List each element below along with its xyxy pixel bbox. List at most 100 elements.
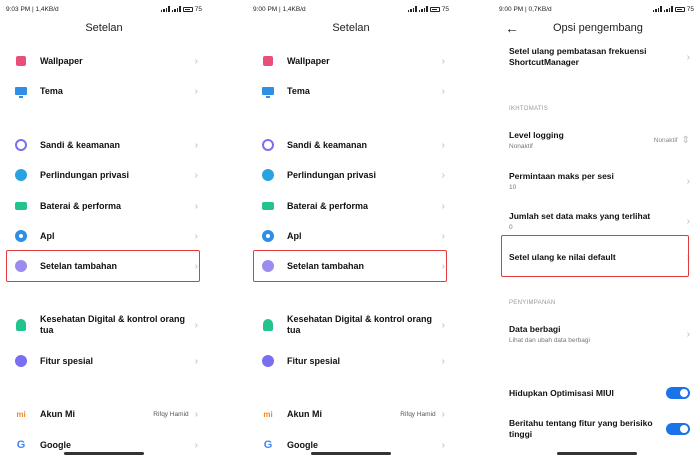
chevron-right-icon: › <box>194 55 198 67</box>
status-bar: 9:03 PM | 1,4KB/d 75 <box>0 0 208 18</box>
chevron-right-icon: › <box>441 230 445 242</box>
digital-wellbeing-icon <box>263 319 273 331</box>
chevron-updown-icon: ⇕ <box>681 134 690 146</box>
section-header: IKHTOMATIS <box>509 106 549 112</box>
max-requests-item[interactable]: Permintaan maks per sesi 10 › <box>493 169 700 193</box>
highlight-box <box>6 250 200 282</box>
theme-icon <box>15 87 27 98</box>
settings-screen-2: 9:00 PM | 1,4KB/d 75 Setelan Wallpaper ›… <box>247 0 455 458</box>
chevron-right-icon: › <box>194 439 198 451</box>
status-bar: 9:00 PM | 1,4KB/d 75 <box>247 0 455 18</box>
digital-wellbeing-icon <box>16 319 26 331</box>
chevron-right-icon: › <box>441 439 445 451</box>
chevron-right-icon: › <box>441 139 445 151</box>
battery-level: 75 <box>194 5 202 13</box>
settings-item-privasi[interactable]: Perlindungan privasi › <box>247 166 455 184</box>
chevron-right-icon: › <box>686 175 690 187</box>
wallpaper-icon <box>16 56 26 66</box>
settings-item-tema[interactable]: Tema › <box>0 82 208 100</box>
highlight-box <box>501 235 689 277</box>
settings-item-kesehatan-digital[interactable]: Kesehatan Digital & kontrol orang tua › <box>247 312 455 338</box>
account-name: Rifqy Hamid <box>153 410 189 418</box>
status-time: 9:00 PM | 1,4KB/d <box>253 5 306 13</box>
miui-optimization-toggle[interactable] <box>666 387 690 399</box>
battery-performance-icon <box>262 202 274 210</box>
gesture-bar[interactable] <box>311 452 391 455</box>
special-features-icon <box>15 355 27 367</box>
settings-screen-1: 9:03 PM | 1,4KB/d 75 Setelan Wallpaper ›… <box>0 0 208 458</box>
signal-icon <box>418 6 428 12</box>
section-header: PENYIMPANAN <box>509 300 556 306</box>
wallpaper-icon <box>263 56 273 66</box>
settings-item-baterai[interactable]: Baterai & performa › <box>247 197 455 215</box>
google-icon: G <box>263 439 273 451</box>
chevron-right-icon: › <box>686 328 690 340</box>
settings-item-wallpaper[interactable]: Wallpaper › <box>0 52 208 70</box>
settings-item-akun-mi[interactable]: mi Akun Mi Rifqy Hamid › <box>247 405 455 423</box>
apps-icon <box>262 230 274 242</box>
chevron-right-icon: › <box>441 55 445 67</box>
signal-icon <box>652 6 662 12</box>
signal-icon <box>407 6 417 12</box>
settings-item-apl[interactable]: Apl › <box>247 227 455 245</box>
max-datasets-item[interactable]: Jumlah set data maks yang terlihat 0 › <box>493 209 700 233</box>
chevron-right-icon: › <box>686 51 690 63</box>
chevron-right-icon: › <box>686 215 690 227</box>
highlight-box <box>253 250 447 282</box>
battery-icon <box>429 6 440 12</box>
chevron-right-icon: › <box>194 408 198 420</box>
google-icon: G <box>16 439 26 451</box>
status-time: 9:03 PM | 1,4KB/d <box>6 5 59 13</box>
level-logging-item[interactable]: Level logging Nonaktif Nonaktif ⇕ <box>493 128 700 152</box>
fingerprint-icon <box>15 139 27 151</box>
chevron-right-icon: › <box>441 319 445 331</box>
data-berbagi-item[interactable]: Data berbagi Lihat dan ubah data berbagi… <box>493 322 700 346</box>
status-bar: 9:00 PM | 0,7KB/d 75 <box>493 0 700 18</box>
settings-item-wallpaper[interactable]: Wallpaper › <box>247 52 455 70</box>
risk-notify-toggle[interactable] <box>666 423 690 435</box>
theme-icon <box>262 87 274 98</box>
settings-item-privasi[interactable]: Perlindungan privasi › <box>0 166 208 184</box>
page-title: Setelan <box>332 22 370 34</box>
mi-logo-icon: mi <box>16 409 26 419</box>
privacy-icon <box>262 169 274 181</box>
battery-level: 75 <box>686 5 694 13</box>
signal-icon <box>160 6 170 12</box>
miui-optimization-item: Hidupkan Optimisasi MIUI <box>493 386 700 400</box>
developer-options-screen: 9:00 PM | 0,7KB/d 75 ← Opsi pengembang S… <box>493 0 700 458</box>
settings-item-baterai[interactable]: Baterai & performa › <box>0 197 208 215</box>
chevron-right-icon: › <box>441 85 445 97</box>
chevron-right-icon: › <box>441 169 445 181</box>
settings-item-kesehatan-digital[interactable]: Kesehatan Digital & kontrol orang tua › <box>0 312 208 338</box>
privacy-icon <box>15 169 27 181</box>
battery-icon <box>674 6 685 12</box>
chevron-right-icon: › <box>194 200 198 212</box>
signal-icon <box>663 6 673 12</box>
settings-item-fitur-spesial[interactable]: Fitur spesial › <box>0 352 208 370</box>
settings-item-apl[interactable]: Apl › <box>0 227 208 245</box>
chevron-right-icon: › <box>441 200 445 212</box>
account-name: Rifqy Hamid <box>400 410 436 418</box>
risk-notify-item: Beritahu tentang fitur yang berisiko tin… <box>493 416 700 442</box>
settings-item-akun-mi[interactable]: mi Akun Mi Rifqy Hamid › <box>0 405 208 423</box>
apps-icon <box>15 230 27 242</box>
settings-item-sandi[interactable]: Sandi & keamanan › <box>0 136 208 154</box>
settings-item-fitur-spesial[interactable]: Fitur spesial › <box>247 352 455 370</box>
settings-item-sandi[interactable]: Sandi & keamanan › <box>247 136 455 154</box>
status-time: 9:00 PM | 0,7KB/d <box>499 5 552 13</box>
reset-shortcutmanager-item[interactable]: Setel ulang pembatasan frekuensi Shortcu… <box>493 44 700 70</box>
fingerprint-icon <box>262 139 274 151</box>
back-arrow-icon[interactable]: ← <box>505 20 519 36</box>
chevron-right-icon: › <box>194 355 198 367</box>
page-title: Setelan <box>85 22 123 34</box>
signal-icon <box>171 6 181 12</box>
battery-performance-icon <box>15 202 27 210</box>
settings-item-tema[interactable]: Tema › <box>247 82 455 100</box>
chevron-right-icon: › <box>194 139 198 151</box>
chevron-right-icon: › <box>194 169 198 181</box>
gesture-bar[interactable] <box>64 452 144 455</box>
gesture-bar[interactable] <box>557 452 637 455</box>
battery-icon <box>182 6 193 12</box>
level-logging-value: Nonaktif <box>653 136 678 144</box>
page-title: Opsi pengembang <box>553 22 643 34</box>
